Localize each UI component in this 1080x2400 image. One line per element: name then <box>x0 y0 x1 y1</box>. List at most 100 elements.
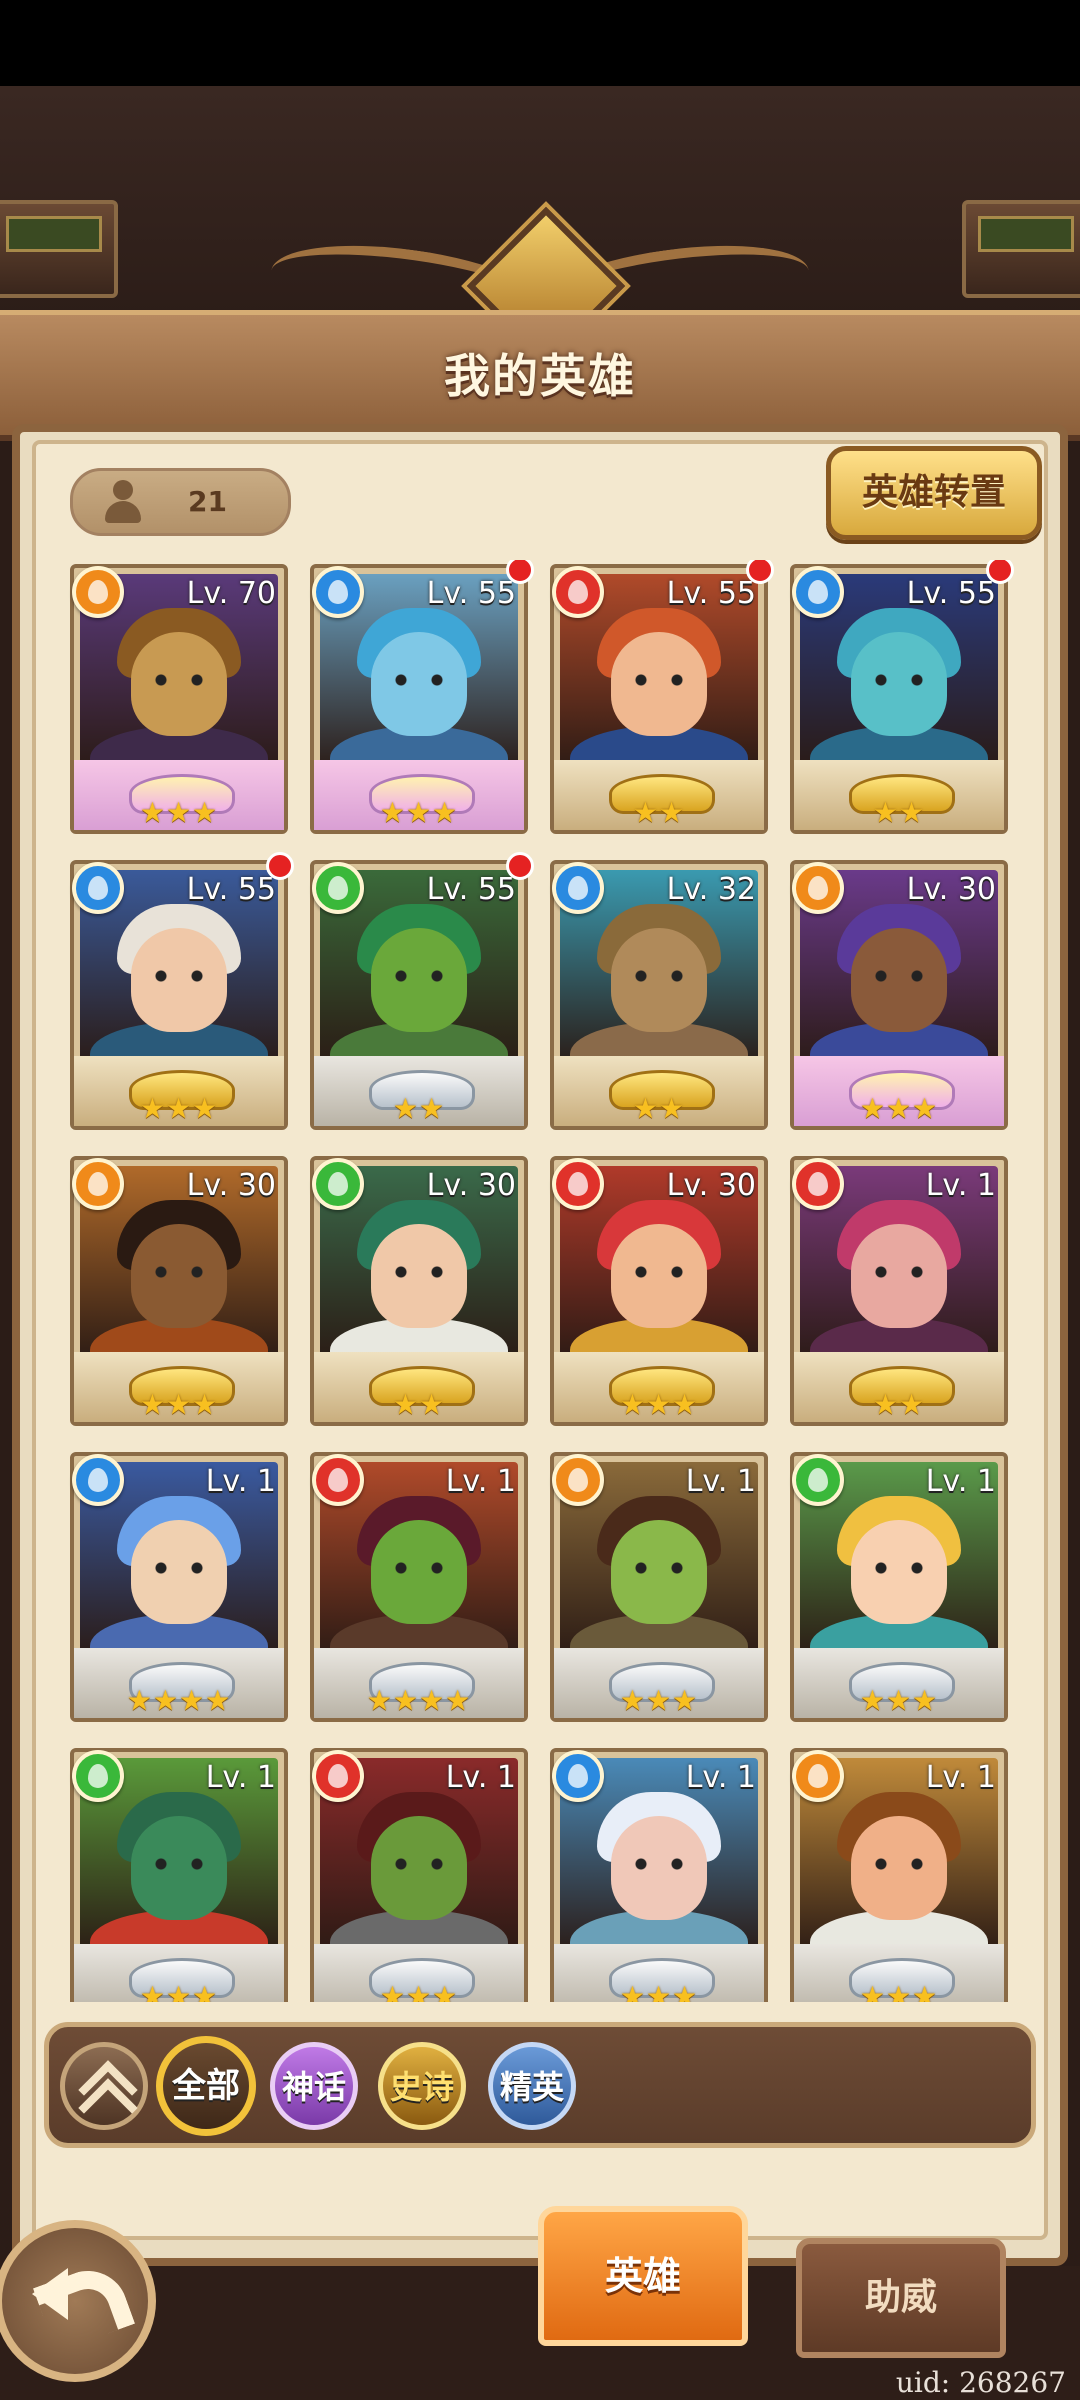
hero-level: Lv. 30 <box>186 1168 276 1203</box>
star-rating: ★★★ <box>619 1388 699 1421</box>
notification-dot <box>266 852 294 880</box>
hero-card[interactable]: ★★★★ Lv. 1 <box>310 1452 528 1722</box>
page-title: 我的英雄 <box>444 349 636 403</box>
hero-card[interactable]: ★★★ Lv. 55 <box>70 852 294 1130</box>
earth-element-icon <box>792 862 844 914</box>
hero-level: Lv. 32 <box>666 872 756 907</box>
fire-element-icon <box>552 566 604 618</box>
hero-level: Lv. 1 <box>925 1760 996 1795</box>
nature-element-icon <box>312 1158 364 1210</box>
hero-level: Lv. 55 <box>666 576 756 611</box>
hero-card[interactable]: ★★★ Lv. 1 <box>70 1748 288 2002</box>
filter-epic-button[interactable]: 史诗 <box>378 2042 466 2130</box>
hero-level: Lv. 1 <box>445 1760 516 1795</box>
star-rating: ★★★ <box>139 1980 219 2003</box>
notification-dot <box>986 560 1014 584</box>
hero-count-pill: 21 <box>70 468 291 536</box>
star-rating: ★★★ <box>139 796 219 829</box>
user-id: uid: 268267 <box>895 2366 1066 2399</box>
star-rating: ★★ <box>872 796 926 829</box>
hero-card[interactable]: ★★★ Lv. 30 <box>790 860 1008 1130</box>
hero-card[interactable]: ★★★ Lv. 55 <box>310 560 534 834</box>
star-rating: ★★★★ <box>126 1684 232 1717</box>
water-element-icon <box>792 566 844 618</box>
notification-dot <box>506 852 534 880</box>
collapse-filters-button[interactable] <box>60 2042 148 2138</box>
star-rating: ★★★ <box>859 1092 939 1125</box>
water-element-icon <box>72 1454 124 1506</box>
hero-card[interactable]: ★★ Lv. 1 <box>790 1156 1008 1426</box>
hero-card[interactable]: ★★★ Lv. 1 <box>790 1452 1008 1722</box>
star-rating: ★★ <box>872 1388 926 1421</box>
person-icon <box>103 480 143 524</box>
hero-level: Lv. 30 <box>906 872 996 907</box>
hero-level: Lv. 1 <box>205 1464 276 1499</box>
status-bar <box>0 0 1080 86</box>
fire-element-icon <box>312 1750 364 1802</box>
star-rating: ★★ <box>632 1092 686 1125</box>
fire-element-icon <box>312 1454 364 1506</box>
hero-card[interactable]: ★★ Lv. 30 <box>310 1156 528 1426</box>
star-rating: ★★ <box>392 1092 446 1125</box>
hero-level: Lv. 30 <box>666 1168 756 1203</box>
fire-element-icon <box>552 1158 604 1210</box>
hero-card[interactable]: ★★ Lv. 32 <box>550 860 768 1130</box>
star-rating: ★★★ <box>859 1980 939 2003</box>
filter-all-button[interactable]: 全部 <box>156 2036 256 2136</box>
filter-myth-button[interactable]: 神话 <box>270 2042 358 2130</box>
star-rating: ★★★ <box>379 796 459 829</box>
hero-level: Lv. 55 <box>186 872 276 907</box>
hero-card[interactable]: ★★★ Lv. 30 <box>550 1156 768 1426</box>
hero-card[interactable]: ★★★ Lv. 1 <box>310 1748 528 2002</box>
hero-card[interactable]: ★★★ Lv. 1 <box>550 1452 768 1722</box>
hero-count: 21 <box>188 485 227 518</box>
nature-element-icon <box>792 1454 844 1506</box>
hero-level: Lv. 1 <box>205 1760 276 1795</box>
hero-level: Lv. 55 <box>426 872 516 907</box>
earth-element-icon <box>792 1750 844 1802</box>
right-pillar-decoration <box>962 200 1080 298</box>
hero-level: Lv. 1 <box>925 1168 996 1203</box>
hero-card[interactable]: ★★★★ Lv. 1 <box>70 1452 288 1722</box>
hero-card[interactable]: ★★★ Lv. 1 <box>550 1748 768 2002</box>
earth-element-icon <box>552 1454 604 1506</box>
nature-element-icon <box>72 1750 124 1802</box>
filter-elite-button[interactable]: 精英 <box>488 2042 576 2130</box>
star-rating: ★★ <box>632 796 686 829</box>
back-arrow-head-icon <box>32 2268 68 2320</box>
hero-level: Lv. 1 <box>445 1464 516 1499</box>
hero-card[interactable]: ★★★ Lv. 1 <box>790 1748 1008 2002</box>
notification-dot <box>506 560 534 584</box>
hero-level: Lv. 55 <box>906 576 996 611</box>
fire-element-icon <box>792 1158 844 1210</box>
left-pillar-decoration <box>0 200 118 298</box>
hero-grid: ★★★ Lv. 70 ★★★ Lv. 55 ★★ Lv. 55 ★★ Lv. 55 ★★★ Lv.… <box>66 560 1016 2002</box>
star-rating: ★★★★ <box>366 1684 472 1717</box>
hero-level: Lv. 70 <box>186 576 276 611</box>
back-button[interactable] <box>0 2220 156 2382</box>
star-rating: ★★★ <box>619 1980 699 2003</box>
hero-card[interactable]: ★★★ Lv. 70 <box>70 564 288 834</box>
star-rating: ★★★ <box>139 1388 219 1421</box>
hero-level: Lv. 30 <box>426 1168 516 1203</box>
hero-level: Lv. 1 <box>925 1464 996 1499</box>
star-rating: ★★★ <box>379 1980 459 2003</box>
hero-card[interactable]: ★★★ Lv. 30 <box>70 1156 288 1426</box>
earth-element-icon <box>72 1158 124 1210</box>
tab-assist[interactable]: 助威 <box>796 2238 1006 2358</box>
hero-level: Lv. 55 <box>426 576 516 611</box>
hero-card[interactable]: ★★ Lv. 55 <box>550 560 774 834</box>
hero-card[interactable]: ★★ Lv. 55 <box>310 852 534 1130</box>
hero-level: Lv. 1 <box>685 1464 756 1499</box>
water-element-icon <box>552 1750 604 1802</box>
hero-transfer-button[interactable]: 英雄转置 <box>826 446 1042 540</box>
notification-dot <box>746 560 774 584</box>
hero-card[interactable]: ★★ Lv. 55 <box>790 560 1014 834</box>
water-element-icon <box>552 862 604 914</box>
water-element-icon <box>72 862 124 914</box>
tab-hero[interactable]: 英雄 <box>538 2206 748 2346</box>
water-element-icon <box>312 566 364 618</box>
hero-level: Lv. 1 <box>685 1760 756 1795</box>
star-rating: ★★★ <box>619 1684 699 1717</box>
star-rating: ★★★ <box>139 1092 219 1125</box>
